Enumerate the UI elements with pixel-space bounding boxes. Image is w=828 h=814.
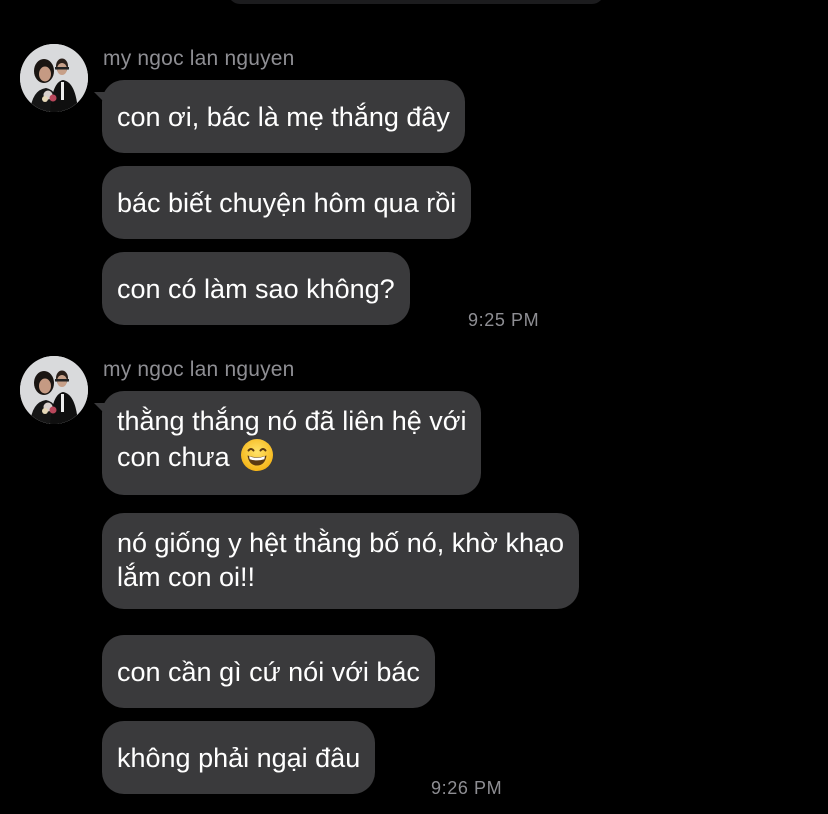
message-bubble[interactable]: nó giống y hệt thằng bố nó, khờ khạo lắm… [102,513,580,609]
message-text: thằng thắng nó đã liên hệ với [117,406,467,436]
message-text: bác biết chuyện hôm qua rồi [117,188,457,218]
message-bubble[interactable]: con có làm sao không? [102,252,410,325]
message-text: con có làm sao không? [117,274,395,304]
message-bubble[interactable]: thằng thắng nó đã liên hệ với con chưa [94,391,482,495]
sender-avatar[interactable] [20,44,88,112]
message-text: lắm con oi!! [117,562,256,592]
previous-message-bubble-edge [228,0,604,4]
message-bubble[interactable]: không phải ngại đâu [102,721,376,794]
message-text: con ơi, bác là mẹ thắng đây [117,102,450,132]
message-timestamp: 9:26 PM [431,778,503,798]
message-bubble[interactable]: bác biết chuyện hôm qua rồi [102,166,472,239]
sender-name: my ngoc lan nguyen [103,47,295,70]
message-text: con chưa [117,438,466,480]
bubble-tail [94,403,112,421]
message-bubble[interactable]: con ơi, bác là mẹ thắng đây [94,80,465,153]
message-text: con cần gì cứ nói với bác [117,657,420,687]
message-bubble[interactable]: con cần gì cứ nói với bác [102,635,435,708]
message-text: không phải ngại đâu [117,743,361,773]
message-timestamp: 9:25 PM [468,310,540,330]
sender-name: my ngoc lan nguyen [103,358,295,381]
grinning-face-emoji-icon [240,438,274,480]
sender-avatar[interactable] [20,356,88,424]
bubble-tail [94,92,112,110]
message-text: nó giống y hệt thằng bố nó, khờ khạo [117,528,565,558]
